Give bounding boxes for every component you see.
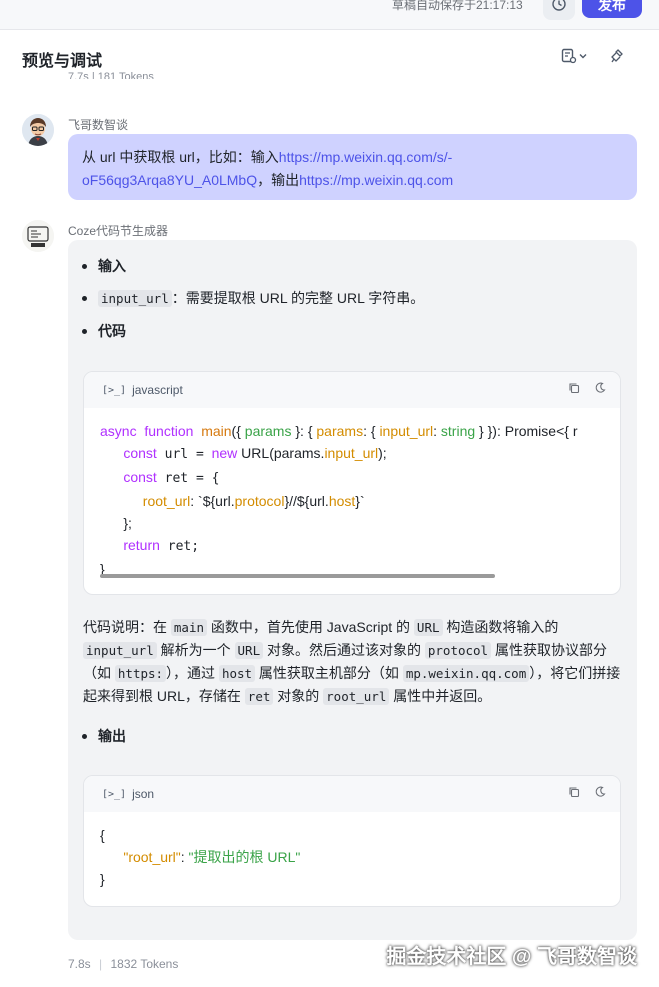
list-item-input-desc: input_url ：需要提取根 URL 的完整 URL 字符串。 (82, 288, 424, 308)
list-item-input-heading: 输入 (82, 256, 126, 276)
broom-icon (611, 49, 623, 63)
terminal-icon: [>_] (102, 788, 127, 800)
json-content: { "root_url": "提取出的根 URL" } (100, 827, 301, 887)
panel-title: 预览与调试 (22, 53, 103, 70)
input-description: ：需要提取根 URL 的完整 URL 字符串。 (171, 290, 425, 306)
chevron-down-icon (579, 54, 587, 59)
theme-toggle-icon[interactable] (594, 382, 606, 394)
clear-history-button[interactable] (607, 45, 627, 67)
json-block-header: [>_] json (84, 776, 620, 812)
history-icon (552, 0, 566, 11)
javascript-code-block: [>_] javascript async function main({ pa… (83, 371, 621, 595)
user-message-bubble: 从 url 中获取根 url，比如：输入 https://mp.weixin.qq… (68, 134, 637, 200)
code-language-label: javascript (132, 383, 183, 397)
code-block-header: [>_] javascript (84, 372, 620, 408)
autosave-status: 草稿自动保存于21:17:13 (392, 0, 523, 12)
watermark: 掘金技术社区 @ 飞哥数智谈 (386, 946, 637, 968)
input-heading: 输入 (98, 258, 126, 274)
user-message-text-2: ，输出 (257, 172, 300, 188)
bot-message-bubble: 输入 input_url ：需要提取根 URL 的完整 URL 字符串。 代码 [… (68, 240, 637, 940)
previous-message-meta: 7.7s | 181 Tokens (68, 71, 154, 79)
history-button[interactable] (543, 0, 575, 20)
user-avatar (22, 114, 54, 146)
copy-icon[interactable] (568, 382, 580, 394)
list-item-output-heading: 输出 (82, 726, 126, 746)
horizontal-scrollbar[interactable] (100, 574, 495, 578)
list-item-code-heading: 代码 (82, 321, 126, 341)
copy-icon[interactable] (568, 786, 580, 798)
publish-button[interactable]: 发布 (582, 0, 642, 18)
theme-toggle-icon[interactable] (594, 786, 606, 798)
token-count: 1832 Tokens (110, 957, 179, 971)
bot-sender-name: Coze代码节生成器 (68, 224, 169, 238)
user-message-text: 从 url 中获取根 url，比如：输入 (82, 149, 279, 165)
json-language-label: json (132, 787, 155, 801)
output-heading: 输出 (98, 728, 126, 744)
inline-code-input-url: input_url (98, 289, 172, 307)
response-time: 7.8s (68, 957, 91, 971)
user-sender-name: 飞哥数智谈 (68, 118, 129, 132)
code-content: async function main({ params }: { params… (100, 423, 578, 577)
json-code-block: [>_] json { "root_url": "提取出的根 URL" } (83, 775, 621, 907)
message-meta: 7.8s | 1832 Tokens (68, 957, 179, 971)
debug-options-button[interactable] (557, 45, 591, 67)
code-explanation: 代码说明：在 main 函数中，首先使用 JavaScript 的 URL 构造… (83, 619, 621, 705)
top-bar: 草稿自动保存于21:17:13 发布 (0, 0, 659, 30)
terminal-icon: [>_] (102, 384, 127, 396)
document-settings-icon (561, 48, 577, 64)
example-output-link[interactable]: https://mp.weixin.qq.com (299, 172, 453, 188)
bot-avatar (22, 220, 54, 252)
code-heading: 代码 (98, 323, 126, 339)
